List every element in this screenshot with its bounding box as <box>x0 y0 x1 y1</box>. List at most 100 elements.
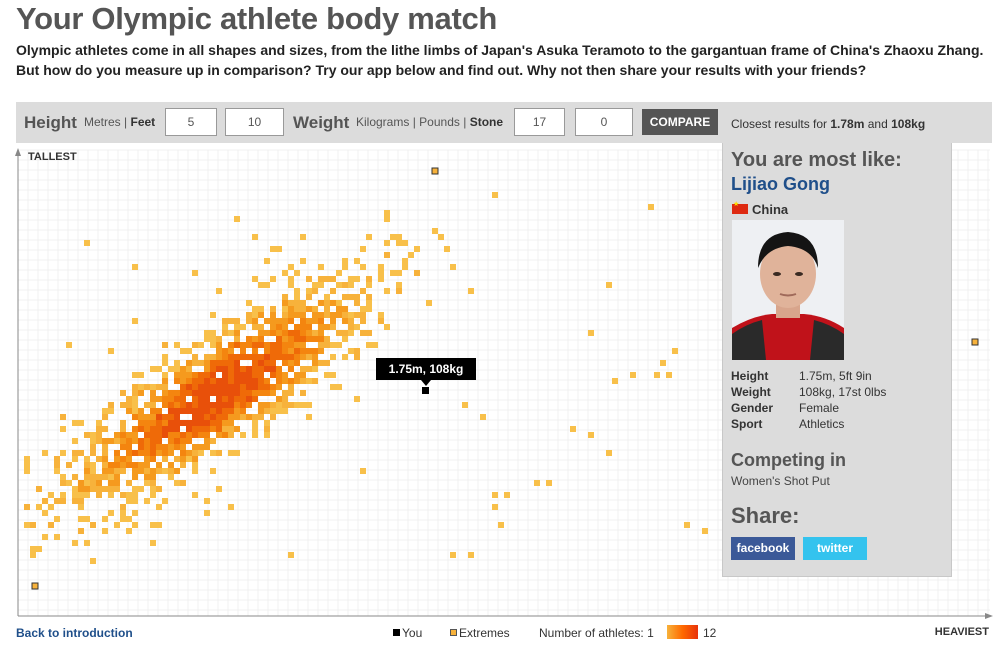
athlete-density-cell[interactable] <box>84 492 90 498</box>
athlete-density-cell[interactable] <box>234 324 240 330</box>
athlete-density-cell[interactable] <box>78 498 84 504</box>
athlete-density-cell[interactable] <box>144 456 150 462</box>
athlete-density-cell[interactable] <box>174 456 180 462</box>
athlete-density-cell[interactable] <box>138 384 144 390</box>
athlete-density-cell[interactable] <box>204 372 210 378</box>
athlete-density-cell[interactable] <box>198 402 204 408</box>
athlete-density-cell[interactable] <box>192 384 198 390</box>
athlete-density-cell[interactable] <box>192 462 198 468</box>
athlete-density-cell[interactable] <box>276 342 282 348</box>
athlete-density-cell[interactable] <box>252 276 258 282</box>
athlete-density-cell[interactable] <box>216 360 222 366</box>
athlete-density-cell[interactable] <box>168 420 174 426</box>
athlete-density-cell[interactable] <box>300 354 306 360</box>
stone-unit[interactable]: Stone <box>470 115 503 129</box>
athlete-density-cell[interactable] <box>354 354 360 360</box>
athlete-density-cell[interactable] <box>126 408 132 414</box>
athlete-density-cell[interactable] <box>228 354 234 360</box>
athlete-density-cell[interactable] <box>234 216 240 222</box>
athlete-density-cell[interactable] <box>222 402 228 408</box>
athlete-density-cell[interactable] <box>252 432 258 438</box>
athlete-density-cell[interactable] <box>132 384 138 390</box>
athlete-density-cell[interactable] <box>288 348 294 354</box>
athlete-density-cell[interactable] <box>174 408 180 414</box>
athlete-density-cell[interactable] <box>162 378 168 384</box>
athlete-density-cell[interactable] <box>144 468 150 474</box>
athlete-density-cell[interactable] <box>462 402 468 408</box>
athlete-density-cell[interactable] <box>288 402 294 408</box>
athlete-density-cell[interactable] <box>318 342 324 348</box>
athlete-density-cell[interactable] <box>114 438 120 444</box>
athlete-density-cell[interactable] <box>264 258 270 264</box>
athlete-density-cell[interactable] <box>348 276 354 282</box>
athlete-density-cell[interactable] <box>294 300 300 306</box>
athlete-density-cell[interactable] <box>426 300 432 306</box>
athlete-density-cell[interactable] <box>312 354 318 360</box>
athlete-density-cell[interactable] <box>216 336 222 342</box>
athlete-density-cell[interactable] <box>288 336 294 342</box>
athlete-density-cell[interactable] <box>120 516 126 522</box>
athlete-density-cell[interactable] <box>270 348 276 354</box>
athlete-density-cell[interactable] <box>114 486 120 492</box>
athlete-density-cell[interactable] <box>108 438 114 444</box>
athlete-density-cell[interactable] <box>24 468 30 474</box>
athlete-density-cell[interactable] <box>84 432 90 438</box>
athlete-density-cell[interactable] <box>216 348 222 354</box>
athlete-density-cell[interactable] <box>288 384 294 390</box>
athlete-density-cell[interactable] <box>318 348 324 354</box>
athlete-density-cell[interactable] <box>114 480 120 486</box>
athlete-density-cell[interactable] <box>228 342 234 348</box>
athlete-density-cell[interactable] <box>306 306 312 312</box>
athlete-density-cell[interactable] <box>120 468 126 474</box>
athlete-density-cell[interactable] <box>270 366 276 372</box>
athlete-density-cell[interactable] <box>216 408 222 414</box>
athlete-density-cell[interactable] <box>132 408 138 414</box>
athlete-density-cell[interactable] <box>204 378 210 384</box>
athlete-density-cell[interactable] <box>288 300 294 306</box>
athlete-density-cell[interactable] <box>120 444 126 450</box>
athlete-density-cell[interactable] <box>240 366 246 372</box>
athlete-density-cell[interactable] <box>414 246 420 252</box>
athlete-density-cell[interactable] <box>366 342 372 348</box>
athlete-density-cell[interactable] <box>504 492 510 498</box>
athlete-density-cell[interactable] <box>174 378 180 384</box>
athlete-density-cell[interactable] <box>138 390 144 396</box>
athlete-density-cell[interactable] <box>180 450 186 456</box>
athlete-density-cell[interactable] <box>276 366 282 372</box>
athlete-density-cell[interactable] <box>60 426 66 432</box>
athlete-density-cell[interactable] <box>330 354 336 360</box>
athlete-density-cell[interactable] <box>360 246 366 252</box>
athlete-density-cell[interactable] <box>288 552 294 558</box>
athlete-density-cell[interactable] <box>114 462 120 468</box>
athlete-density-cell[interactable] <box>366 330 372 336</box>
athlete-density-cell[interactable] <box>294 372 300 378</box>
athlete-density-cell[interactable] <box>108 492 114 498</box>
athlete-density-cell[interactable] <box>324 336 330 342</box>
athlete-density-cell[interactable] <box>276 378 282 384</box>
athlete-density-cell[interactable] <box>48 492 54 498</box>
athlete-density-cell[interactable] <box>348 348 354 354</box>
athlete-density-cell[interactable] <box>276 372 282 378</box>
athlete-density-cell[interactable] <box>300 312 306 318</box>
athlete-density-cell[interactable] <box>660 360 666 366</box>
athlete-density-cell[interactable] <box>330 372 336 378</box>
athlete-density-cell[interactable] <box>102 456 108 462</box>
height-inches-input[interactable] <box>225 108 284 136</box>
athlete-density-cell[interactable] <box>234 378 240 384</box>
athlete-density-cell[interactable] <box>336 270 342 276</box>
athlete-density-cell[interactable] <box>138 468 144 474</box>
athlete-density-cell[interactable] <box>318 282 324 288</box>
athlete-density-cell[interactable] <box>228 426 234 432</box>
athlete-density-cell[interactable] <box>24 462 30 468</box>
athlete-density-cell[interactable] <box>186 438 192 444</box>
athlete-density-cell[interactable] <box>396 234 402 240</box>
athlete-density-cell[interactable] <box>168 390 174 396</box>
athlete-density-cell[interactable] <box>492 192 498 198</box>
athlete-density-cell[interactable] <box>240 384 246 390</box>
athlete-density-cell[interactable] <box>306 378 312 384</box>
athlete-density-cell[interactable] <box>234 384 240 390</box>
athlete-density-cell[interactable] <box>108 408 114 414</box>
athlete-density-cell[interactable] <box>144 426 150 432</box>
athlete-density-cell[interactable] <box>78 450 84 456</box>
athlete-density-cell[interactable] <box>228 378 234 384</box>
